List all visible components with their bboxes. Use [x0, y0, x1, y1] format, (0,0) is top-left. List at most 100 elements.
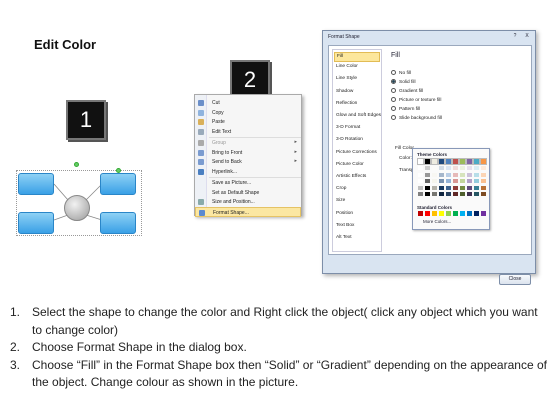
theme-shade-swatch[interactable]: [432, 172, 437, 177]
nav-item-3-d-rotation[interactable]: 3-D Rotation: [336, 137, 363, 142]
rotate-handle[interactable]: [74, 162, 79, 167]
theme-shade-swatch[interactable]: [446, 185, 451, 190]
nav-item-picture-corrections[interactable]: Picture Corrections: [336, 150, 377, 155]
theme-shade-swatch[interactable]: [467, 179, 472, 183]
menu-item[interactable]: Hyperlink...: [195, 167, 301, 177]
standard-color-swatch[interactable]: [425, 211, 430, 216]
theme-shade-swatch[interactable]: [474, 172, 479, 177]
blue-box-bottom-left[interactable]: [18, 212, 54, 234]
blue-box-top-left[interactable]: [18, 173, 54, 195]
nav-item-fill[interactable]: Fill: [334, 52, 380, 62]
blue-box-bottom-right[interactable]: [100, 212, 136, 234]
fill-option[interactable]: No fill: [391, 70, 411, 76]
fill-option[interactable]: Picture or texture fill: [391, 97, 441, 103]
close-button[interactable]: Close: [499, 274, 531, 285]
theme-shade-swatch[interactable]: [481, 172, 486, 177]
menu-item[interactable]: Save as Picture...: [195, 178, 301, 188]
standard-color-swatch[interactable]: [439, 211, 444, 216]
radio-button-icon[interactable]: [391, 97, 396, 102]
theme-shade-swatch[interactable]: [446, 166, 451, 170]
nav-item-position[interactable]: Position: [336, 211, 353, 216]
theme-shade-swatch[interactable]: [453, 192, 458, 196]
nav-item-3-d-format[interactable]: 3-D Format: [336, 125, 360, 130]
theme-shade-swatch[interactable]: [460, 166, 465, 170]
theme-shade-swatch[interactable]: [418, 192, 423, 196]
theme-shade-swatch[interactable]: [481, 192, 486, 196]
radio-button-icon[interactable]: [391, 88, 396, 93]
nav-item-text-box[interactable]: Text Box: [336, 223, 354, 228]
standard-color-swatch[interactable]: [418, 211, 423, 216]
theme-shade-swatch[interactable]: [425, 166, 430, 170]
nav-item-line-color[interactable]: Line Color: [336, 64, 358, 69]
theme-shade-swatch[interactable]: [432, 179, 437, 183]
theme-shade-swatch[interactable]: [460, 172, 465, 177]
theme-shade-swatch[interactable]: [453, 166, 458, 170]
theme-shade-swatch[interactable]: [460, 185, 465, 190]
nav-item-artistic-effects[interactable]: Artistic Effects: [336, 174, 366, 179]
theme-shade-swatch[interactable]: [439, 172, 444, 177]
theme-shade-swatch[interactable]: [467, 166, 472, 170]
standard-color-swatch[interactable]: [481, 211, 486, 216]
center-circle[interactable]: [64, 195, 90, 221]
theme-shade-swatch[interactable]: [418, 185, 423, 190]
theme-shade-swatch[interactable]: [432, 166, 437, 170]
theme-shade-swatch[interactable]: [460, 179, 465, 183]
fill-option[interactable]: Solid fill: [391, 79, 416, 85]
menu-item[interactable]: Bring to Front ▸: [195, 148, 301, 158]
standard-color-swatch[interactable]: [460, 211, 465, 216]
theme-shade-swatch[interactable]: [453, 172, 458, 177]
theme-shade-swatch[interactable]: [474, 179, 479, 183]
theme-shade-swatch[interactable]: [460, 192, 465, 196]
nav-item-glow-and-soft-edges[interactable]: Glow and Soft Edges: [336, 113, 381, 118]
standard-color-swatch[interactable]: [432, 211, 437, 216]
theme-shade-swatch[interactable]: [418, 172, 423, 177]
menu-item[interactable]: Cut: [195, 98, 301, 108]
theme-color-swatch[interactable]: [424, 158, 431, 165]
theme-shade-swatch[interactable]: [425, 172, 430, 177]
theme-shade-swatch[interactable]: [446, 179, 451, 183]
menu-item[interactable]: Paste: [195, 117, 301, 127]
theme-shade-swatch[interactable]: [474, 192, 479, 196]
radio-button-icon[interactable]: [391, 106, 396, 111]
theme-shade-swatch[interactable]: [425, 192, 430, 196]
theme-shade-swatch[interactable]: [432, 192, 437, 196]
radio-button-icon[interactable]: [391, 115, 396, 120]
nav-item-line-style[interactable]: Line Style: [336, 76, 357, 81]
nav-item-reflection[interactable]: Reflection: [336, 101, 357, 106]
theme-shade-swatch[interactable]: [481, 179, 486, 183]
menu-item[interactable]: Set as Default Shape: [195, 188, 301, 198]
theme-shade-swatch[interactable]: [439, 192, 444, 196]
nav-item-crop[interactable]: Crop: [336, 186, 346, 191]
more-colors-option[interactable]: More Colors...: [423, 219, 451, 224]
theme-shade-swatch[interactable]: [439, 166, 444, 170]
radio-button-icon[interactable]: [391, 79, 396, 84]
theme-shade-swatch[interactable]: [467, 172, 472, 177]
theme-shade-swatch[interactable]: [446, 192, 451, 196]
theme-shade-swatch[interactable]: [467, 192, 472, 196]
theme-shade-swatch[interactable]: [474, 166, 479, 170]
theme-color-swatch[interactable]: [417, 158, 424, 165]
theme-shade-swatch[interactable]: [439, 179, 444, 183]
resize-handle[interactable]: [116, 168, 121, 173]
standard-color-swatch[interactable]: [474, 211, 479, 216]
hub-diagram[interactable]: [14, 160, 144, 240]
theme-shade-swatch[interactable]: [418, 179, 423, 183]
blue-box-top-right[interactable]: [100, 173, 136, 195]
dialog-close-icon[interactable]: X: [523, 33, 531, 39]
theme-color-swatch[interactable]: [473, 158, 480, 165]
menu-item[interactable]: Send to Back ▸: [195, 157, 301, 167]
theme-shade-swatch[interactable]: [439, 185, 444, 190]
help-button[interactable]: ?: [511, 33, 519, 39]
theme-shade-swatch[interactable]: [425, 185, 430, 190]
theme-color-swatch[interactable]: [459, 158, 466, 165]
standard-color-swatch[interactable]: [467, 211, 472, 216]
menu-item[interactable]: Edit Text: [195, 127, 301, 137]
theme-color-swatch[interactable]: [445, 158, 452, 165]
theme-shade-swatch[interactable]: [474, 185, 479, 190]
fill-option[interactable]: Pattern fill: [391, 106, 420, 112]
theme-shade-swatch[interactable]: [453, 185, 458, 190]
theme-shade-swatch[interactable]: [432, 185, 437, 190]
theme-shade-swatch[interactable]: [453, 179, 458, 183]
theme-shade-swatch[interactable]: [467, 185, 472, 190]
theme-color-swatch[interactable]: [438, 158, 445, 165]
